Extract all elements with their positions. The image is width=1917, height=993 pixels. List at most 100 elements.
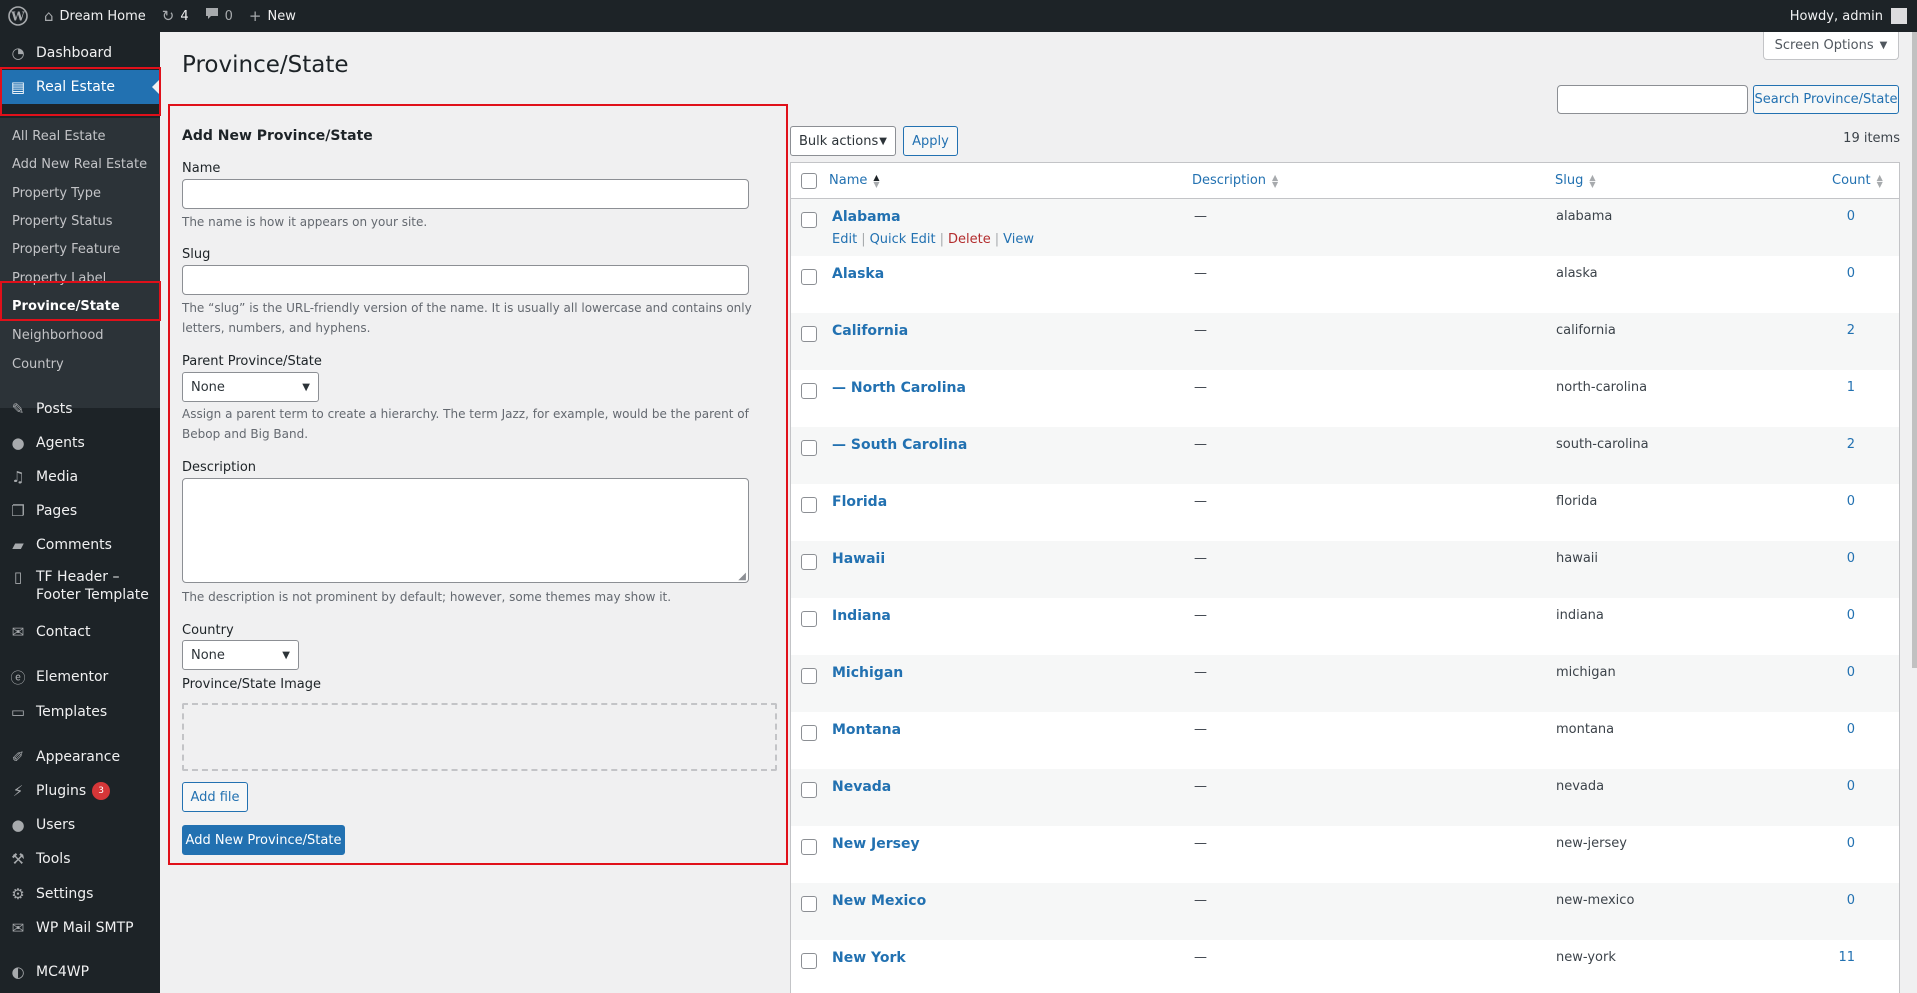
submenu-add-new-real-estate[interactable]: Add New Real Estate (12, 155, 147, 175)
column-header-slug[interactable]: Slug ▲ ▼ (1555, 173, 1596, 188)
term-name-link[interactable]: Hawaii (832, 551, 885, 567)
term-count-link[interactable]: 0 (1795, 779, 1855, 794)
term-count-link[interactable]: 2 (1795, 323, 1855, 338)
term-count-link[interactable]: 2 (1795, 437, 1855, 452)
delete-link[interactable]: Delete (948, 232, 991, 247)
submenu-property-type[interactable]: Property Type (12, 184, 101, 204)
parent-select[interactable]: None ▼ (182, 372, 319, 402)
term-count-link[interactable]: 0 (1795, 551, 1855, 566)
add-new-province-state-button[interactable]: Add New Province/State (182, 825, 345, 855)
term-count-link[interactable]: 0 (1795, 722, 1855, 737)
term-count-link[interactable]: 0 (1795, 893, 1855, 908)
menu-posts[interactable]: ✎ Posts (0, 392, 160, 426)
row-checkbox[interactable] (801, 497, 817, 513)
row-checkbox[interactable] (801, 269, 817, 285)
menu-media[interactable]: ♫ Media (0, 460, 160, 494)
term-name-link[interactable]: Alabama (832, 209, 901, 225)
country-select[interactable]: None ▼ (182, 640, 299, 670)
term-count-link[interactable]: 11 (1795, 950, 1855, 965)
edit-link[interactable]: Edit (832, 232, 857, 247)
menu-agents[interactable]: ● Agents (0, 426, 160, 460)
term-name-link[interactable]: New York (832, 950, 906, 966)
row-checkbox[interactable] (801, 839, 817, 855)
term-name-link[interactable]: Florida (832, 494, 887, 510)
new-content-link[interactable]: + New (241, 0, 304, 32)
screen-options-button[interactable]: Screen Options ▼ (1763, 32, 1899, 60)
row-checkbox[interactable] (801, 326, 817, 342)
description-textarea[interactable]: ◢ (182, 478, 749, 583)
menu-appearance[interactable]: ✐ Appearance (0, 740, 160, 774)
bulk-actions-select[interactable]: Bulk actions ▼ (790, 126, 896, 156)
term-name-link[interactable]: — North Carolina (832, 380, 966, 396)
comments-link[interactable]: 0 (197, 0, 241, 32)
image-dropzone[interactable] (182, 703, 777, 771)
column-header-name[interactable]: Name ▲ ▼ (829, 173, 880, 188)
row-checkbox[interactable] (801, 611, 817, 627)
updates-link[interactable]: ↻ 4 (154, 0, 197, 32)
submenu-property-status[interactable]: Property Status (12, 212, 113, 232)
wordpress-logo-icon[interactable]: W (0, 0, 36, 32)
term-count-link[interactable]: 0 (1795, 494, 1855, 509)
site-name-link[interactable]: ⌂ Dream Home (36, 0, 154, 32)
row-checkbox[interactable] (801, 896, 817, 912)
menu-tf-header-footer[interactable]: ▯ TF Header – Footer Template (0, 562, 160, 608)
quick-edit-link[interactable]: Quick Edit (870, 232, 936, 247)
submenu-property-feature[interactable]: Property Feature (12, 240, 120, 260)
term-name-link[interactable]: California (832, 323, 908, 339)
menu-templates[interactable]: ▭ Templates (0, 695, 160, 729)
slug-input[interactable] (182, 265, 749, 295)
term-count-link[interactable]: 0 (1795, 209, 1855, 224)
term-count-link[interactable]: 0 (1795, 608, 1855, 623)
page-scrollbar[interactable] (1912, 32, 1917, 668)
term-count-link[interactable]: 0 (1795, 836, 1855, 851)
name-input[interactable] (182, 179, 749, 209)
user-account-link[interactable]: Howdy, admin (1782, 0, 1917, 32)
menu-plugins[interactable]: ⚡ Plugins 3 (0, 774, 160, 808)
dashboard-icon: ◔ (11, 44, 25, 62)
term-count-link[interactable]: 0 (1795, 266, 1855, 281)
row-checkbox[interactable] (801, 383, 817, 399)
add-file-button[interactable]: Add file (182, 782, 248, 812)
term-name-link[interactable]: — South Carolina (832, 437, 967, 453)
column-header-count[interactable]: Count ▲ ▼ (1832, 173, 1883, 188)
menu-mc4wp[interactable]: ◐ MC4WP (0, 955, 160, 989)
search-input[interactable] (1557, 85, 1748, 114)
row-checkbox[interactable] (801, 725, 817, 741)
term-name-link[interactable]: New Jersey (832, 836, 920, 852)
term-name-link[interactable]: Alaska (832, 266, 884, 282)
menu-tools[interactable]: ⚒ Tools (0, 842, 160, 876)
term-name-link[interactable]: Montana (832, 722, 901, 738)
submenu-province-state[interactable]: Province/State (12, 297, 120, 317)
term-name-link[interactable]: New Mexico (832, 893, 926, 909)
term-count-link[interactable]: 1 (1795, 380, 1855, 395)
select-all-checkbox[interactable] (801, 173, 817, 189)
row-checkbox[interactable] (801, 554, 817, 570)
menu-comments[interactable]: ▰ Comments (0, 528, 160, 562)
term-count-link[interactable]: 0 (1795, 665, 1855, 680)
row-checkbox[interactable] (801, 953, 817, 969)
term-name-link[interactable]: Indiana (832, 608, 891, 624)
menu-dashboard[interactable]: ◔ Dashboard (0, 36, 160, 70)
submenu-country[interactable]: Country (12, 355, 64, 375)
menu-real-estate[interactable]: ▤ Real Estate (0, 70, 160, 104)
search-button[interactable]: Search Province/State (1753, 85, 1899, 114)
column-header-description[interactable]: Description ▲ ▼ (1192, 173, 1278, 188)
menu-pages[interactable]: ❐ Pages (0, 494, 160, 528)
menu-wp-mail-smtp[interactable]: ✉ WP Mail SMTP (0, 911, 160, 945)
menu-users[interactable]: ● Users (0, 808, 160, 842)
row-checkbox[interactable] (801, 212, 817, 228)
row-checkbox[interactable] (801, 440, 817, 456)
resize-handle-icon[interactable]: ◢ (738, 571, 746, 582)
menu-contact[interactable]: ✉ Contact (0, 615, 160, 649)
menu-settings[interactable]: ⚙ Settings (0, 877, 160, 911)
submenu-property-label[interactable]: Property Label (12, 269, 106, 289)
row-checkbox[interactable] (801, 668, 817, 684)
submenu-all-real-estate[interactable]: All Real Estate (12, 127, 106, 147)
row-checkbox[interactable] (801, 782, 817, 798)
menu-elementor[interactable]: ⓔ Elementor (0, 660, 160, 694)
view-link[interactable]: View (1003, 232, 1034, 247)
apply-button[interactable]: Apply (903, 126, 958, 156)
submenu-neighborhood[interactable]: Neighborhood (12, 326, 104, 346)
term-name-link[interactable]: Nevada (832, 779, 891, 795)
term-name-link[interactable]: Michigan (832, 665, 903, 681)
